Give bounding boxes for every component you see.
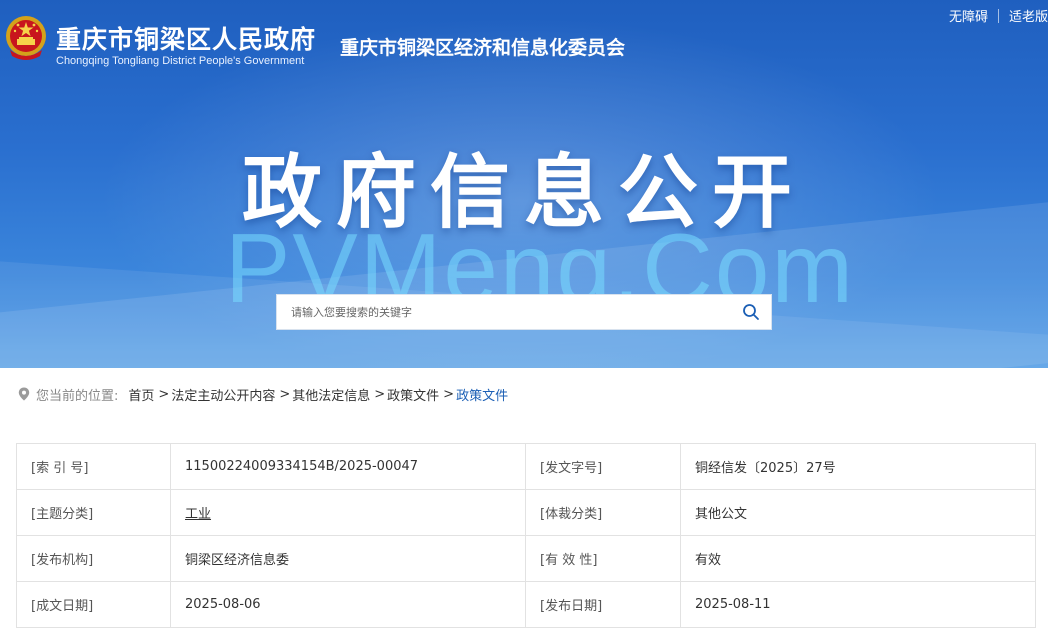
table-row: [发布机构] 铜梁区经济信息委 [有 效 性] 有效 xyxy=(16,535,1036,582)
publish-date-value: 2025-08-11 xyxy=(680,581,1036,628)
divider xyxy=(997,8,999,23)
validity-value: 有效 xyxy=(680,535,1036,582)
document-info-table: [索 引 号] 11500224009334154B/2025-00047 [发… xyxy=(16,443,1036,628)
breadcrumb-label: 您当前的位置: xyxy=(36,388,119,404)
table-row: [成文日期] 2025-08-06 [发布日期] 2025-08-11 xyxy=(16,581,1036,628)
search-box xyxy=(276,294,772,330)
table-row: [索 引 号] 11500224009334154B/2025-00047 [发… xyxy=(16,443,1036,490)
publisher-value: 铜梁区经济信息委 xyxy=(170,535,526,582)
elderly-mode-link[interactable]: 适老版 xyxy=(1009,6,1048,25)
breadcrumb-policy-docs[interactable]: 政策文件 xyxy=(387,385,439,404)
genre-category-label: [体裁分类] xyxy=(525,489,681,536)
topic-category-link[interactable]: 工业 xyxy=(170,489,526,536)
breadcrumb-separator: > xyxy=(443,386,455,402)
search-input[interactable] xyxy=(277,295,731,329)
gov-subtitle: Chongqing Tongliang District People's Go… xyxy=(56,55,305,67)
table-row: [主题分类] 工业 [体裁分类] 其他公文 xyxy=(16,489,1036,536)
breadcrumb-current[interactable]: 政策文件 xyxy=(456,385,508,404)
top-links: 无障碍 适老版 xyxy=(949,6,1048,25)
publisher-label: [发布机构] xyxy=(16,535,171,582)
topic-category-label: [主题分类] xyxy=(16,489,171,536)
header-banner: 重庆市铜梁区人民政府 Chongqing Tongliang District … xyxy=(0,0,1048,368)
breadcrumb-separator: > xyxy=(158,386,170,402)
index-number-value: 11500224009334154B/2025-00047 xyxy=(170,443,526,490)
genre-category-value: 其他公文 xyxy=(680,489,1036,536)
gov-title[interactable]: 重庆市铜梁区人民政府 xyxy=(56,20,316,56)
accessibility-link[interactable]: 无障碍 xyxy=(949,6,988,25)
breadcrumb-separator: > xyxy=(374,386,386,402)
search-button[interactable] xyxy=(731,295,771,329)
national-emblem-icon[interactable] xyxy=(4,14,48,64)
hero-title: 政府信息公开 xyxy=(242,146,806,239)
written-date-label: [成文日期] xyxy=(16,581,171,628)
location-pin-icon xyxy=(18,387,30,401)
index-number-label: [索 引 号] xyxy=(16,443,171,490)
validity-label: [有 效 性] xyxy=(525,535,681,582)
document-number-label: [发文字号] xyxy=(525,443,681,490)
search-icon xyxy=(743,304,759,320)
breadcrumb-separator: > xyxy=(279,386,291,402)
document-number-value: 铜经信发〔2025〕27号 xyxy=(680,443,1036,490)
breadcrumb-other-info[interactable]: 其他法定信息 xyxy=(292,385,370,404)
publish-date-label: [发布日期] xyxy=(525,581,681,628)
breadcrumb-statutory-content[interactable]: 法定主动公开内容 xyxy=(171,385,275,404)
breadcrumb: 您当前的位置: 首页 > 法定主动公开内容 > 其他法定信息 > 政策文件 > … xyxy=(18,384,508,404)
breadcrumb-home[interactable]: 首页 xyxy=(128,385,154,404)
department-title[interactable]: 重庆市铜梁区经济和信息化委员会 xyxy=(340,33,625,60)
written-date-value: 2025-08-06 xyxy=(170,581,526,628)
